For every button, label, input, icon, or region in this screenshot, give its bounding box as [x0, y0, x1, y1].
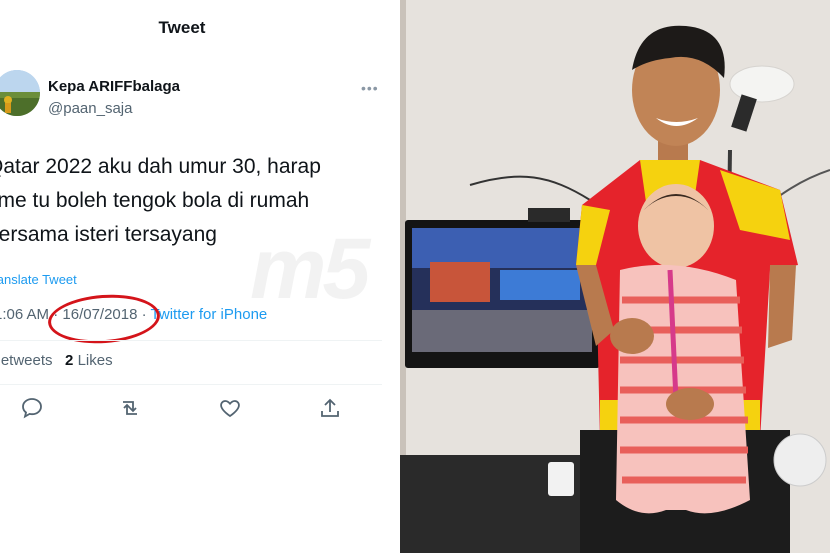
- divider: [0, 384, 382, 385]
- page-title: Tweet: [158, 18, 206, 37]
- divider: [0, 340, 382, 341]
- avatar-image: [0, 70, 40, 116]
- share-icon[interactable]: [318, 396, 344, 422]
- tweet-text-line: Qatar 2022 aku dah umur 30, harap: [0, 155, 321, 178]
- author-name[interactable]: Kepa ARIFFbalaga: [48, 78, 180, 95]
- tweet-time[interactable]: 1:06 AM: [0, 306, 49, 323]
- tweet-text-line: time tu boleh tengok bola di rumah: [0, 189, 310, 212]
- likes-label[interactable]: Likes: [78, 352, 113, 369]
- tweet-panel: Tweet Kepa ARIFFbalaga @paan_saja ••• Qa…: [0, 0, 400, 553]
- photo-panel: [400, 0, 830, 553]
- avatar[interactable]: [0, 70, 40, 116]
- like-icon[interactable]: [218, 396, 244, 422]
- more-options-icon[interactable]: •••: [361, 80, 379, 96]
- reply-icon[interactable]: [20, 396, 46, 422]
- date-highlight-circle: [46, 291, 162, 347]
- translate-tweet-link[interactable]: Translate Tweet: [0, 272, 77, 287]
- retweet-icon[interactable]: [118, 396, 144, 422]
- tweet-stats: Retweets 2 Likes: [0, 352, 113, 369]
- author-handle[interactable]: @paan_saja: [48, 100, 132, 117]
- tweet-actions: [0, 396, 400, 422]
- retweets-label[interactable]: Retweets: [0, 352, 53, 369]
- watermark: m5: [250, 221, 370, 317]
- photo-image: [400, 0, 830, 553]
- likes-count[interactable]: 2: [65, 352, 73, 369]
